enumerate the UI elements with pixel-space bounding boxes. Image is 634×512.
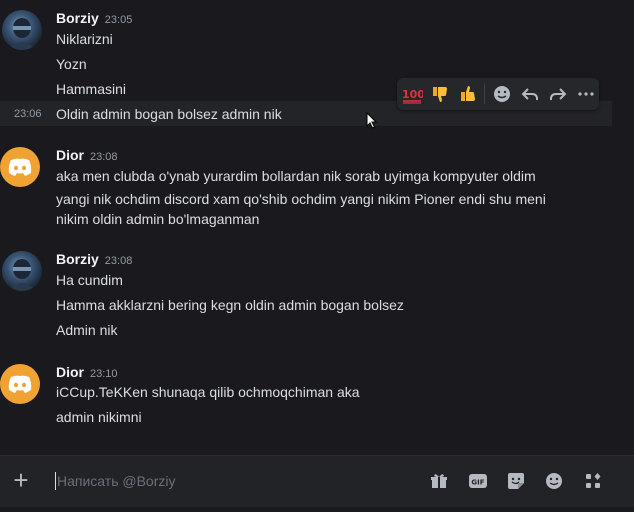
message-author[interactable]: Dior 23:10 [56,364,118,380]
avatar-dior[interactable] [0,147,40,187]
reaction-thumbs-down-icon[interactable] [427,80,453,108]
message-author[interactable]: Borziy 23:05 [56,10,132,26]
apps-icon[interactable] [582,470,604,492]
sticker-icon[interactable] [505,470,527,492]
svg-text:100: 100 [402,88,423,101]
chat-window: Borziy 23:05 Niklarizni Yozn Hammasini 23… [0,0,634,512]
reply-icon[interactable] [517,80,543,108]
message-text: Ha cundim [56,272,123,288]
toolbar-divider [483,84,485,104]
more-options-icon[interactable] [573,80,599,108]
text-caret [55,472,56,490]
message-input[interactable]: Написать @Borziy [57,473,175,489]
message-author[interactable]: Borziy 23:08 [56,251,132,267]
message-text: Oldin admin bogan bolsez admin nik [56,106,282,122]
message-text: admin nikimni [56,409,142,425]
reaction-thumbs-up-icon[interactable] [455,80,481,108]
message-text: Hammasini [56,81,127,97]
author-name[interactable]: Dior [56,147,84,163]
message-text: Admin nik [56,322,118,338]
message-composer: + Написать @Borziy GIF [0,455,634,507]
gif-label: GIF [471,479,484,487]
message-action-toolbar: 100 [397,78,599,110]
message-text: nikim oldin admin bo'lmaganman [56,211,260,227]
message-text: yangi nik ochdim discord xam qo'shib och… [56,191,546,207]
avatar-borziy[interactable] [2,251,42,291]
message-text: Niklarizni [56,31,113,47]
add-reaction-icon[interactable] [490,80,516,108]
message-timestamp: 23:10 [90,368,118,380]
discord-logo-icon [8,158,32,176]
emoji-icon[interactable] [543,470,565,492]
mouse-cursor-icon [366,111,378,135]
message-text: Yozn [56,56,87,72]
message-timestamp: 23:08 [90,151,118,163]
add-attachment-button[interactable]: + [10,467,32,493]
message-text: Hamma akklarzni bering kegn oldin admin … [56,297,404,313]
discord-logo-icon [8,375,32,393]
author-name[interactable]: Dior [56,364,84,380]
author-name[interactable]: Borziy [56,10,99,26]
gif-icon[interactable]: GIF [467,470,489,492]
avatar-dior[interactable] [0,364,40,404]
message-text: iCCup.TeKKen shunaqa qilib ochmoqchiman … [56,384,360,400]
message-timestamp: 23:08 [104,255,133,267]
gift-icon[interactable] [428,470,450,492]
avatar-borziy[interactable] [2,10,42,50]
hover-timestamp: 23:06 [14,108,42,120]
message-text: aka men clubda o'ynab yurardim bollardan… [56,168,536,184]
forward-icon[interactable] [545,80,571,108]
message-author[interactable]: Dior 23:08 [56,147,118,163]
reaction-100-icon[interactable]: 100 [399,80,425,108]
author-name[interactable]: Borziy [56,251,99,267]
message-timestamp: 23:05 [104,14,133,26]
